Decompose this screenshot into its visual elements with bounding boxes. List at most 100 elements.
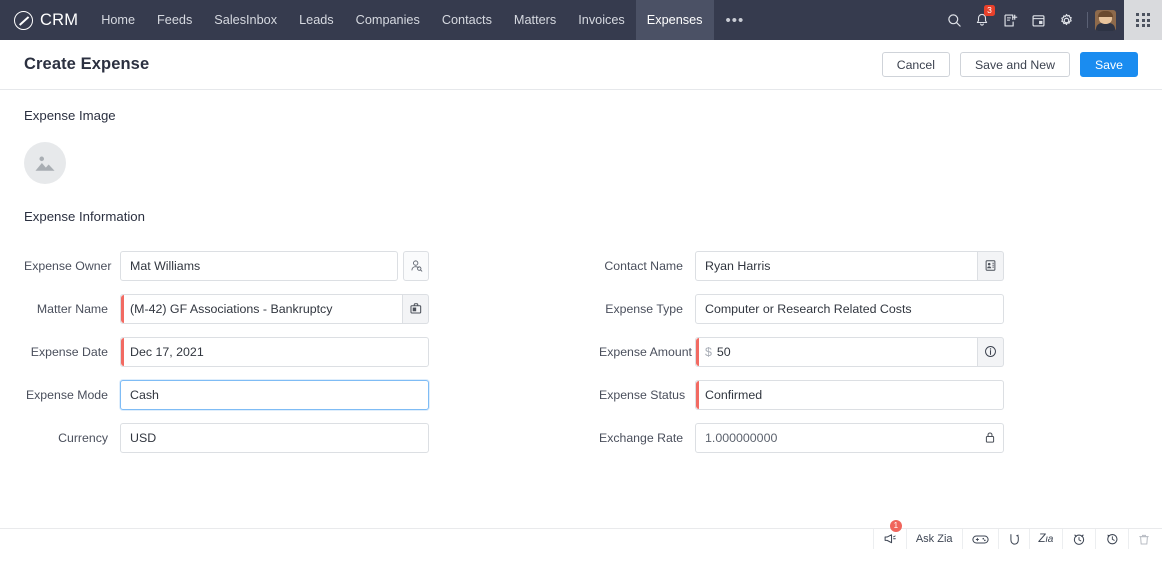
field-label-currency: Currency (24, 431, 120, 445)
recycle-bin-icon[interactable] (1128, 529, 1162, 549)
expense-mode-select[interactable]: Cash (120, 380, 429, 410)
field-label-matter-name: Matter Name (24, 302, 120, 316)
nav-tab-leads[interactable]: Leads (288, 0, 345, 40)
expense-date-input[interactable]: Dec 17, 2021 (120, 337, 429, 367)
expense-image-section-title: Expense Image (24, 108, 1138, 123)
field-matter-name: Matter Name (M-42) GF Associations - Ban… (24, 287, 429, 330)
cancel-button[interactable]: Cancel (882, 52, 950, 77)
nav-icon-group: 3 (940, 0, 1124, 40)
nav-more-icon[interactable]: ••• (714, 0, 757, 40)
bottom-utility-bar: 1 Ask Zia Zıa (0, 528, 1162, 548)
field-expense-amount: Expense Amount $ 50 (599, 330, 1004, 373)
announcements-megaphone-icon[interactable]: 1 (873, 529, 906, 549)
contact-name-value: Ryan Harris (705, 259, 770, 273)
nav-divider (1087, 12, 1088, 28)
info-circle-icon[interactable] (978, 337, 1004, 367)
ask-zia-button[interactable]: Ask Zia (906, 529, 962, 549)
field-label-exchange-rate: Exchange Rate (599, 431, 695, 445)
expense-owner-value: Mat Williams (130, 259, 200, 273)
field-label-expense-mode: Expense Mode (24, 388, 120, 402)
field-label-expense-date: Expense Date (24, 345, 120, 359)
zia-wordmark: Zıa (1039, 533, 1053, 545)
field-expense-date: Expense Date Dec 17, 2021 (24, 330, 429, 373)
expense-date-value: Dec 17, 2021 (130, 345, 204, 359)
notifications-bell-icon[interactable]: 3 (968, 0, 996, 40)
field-contact-name: Contact Name Ryan Harris (599, 244, 1004, 287)
crm-brand[interactable]: CRM (0, 0, 90, 40)
expense-image-upload[interactable] (24, 142, 66, 184)
user-lookup-icon[interactable] (403, 251, 429, 281)
page-title: Create Expense (24, 55, 149, 74)
announcement-badge-count: 1 (890, 520, 902, 532)
expense-type-select[interactable]: Computer or Research Related Costs (695, 294, 1004, 324)
exchange-rate-input: 1.000000000 (695, 423, 1004, 453)
image-placeholder-icon (34, 153, 56, 173)
expense-amount-value: 50 (717, 345, 731, 359)
page-header: Create Expense Cancel Save and New Save (0, 40, 1162, 90)
field-label-expense-amount: Expense Amount (599, 345, 695, 359)
field-expense-type: Expense Type Computer or Research Relate… (599, 287, 1004, 330)
alarm-clock-icon[interactable] (1062, 529, 1095, 549)
top-navigation-bar: CRM Home Feeds SalesInbox Leads Companie… (0, 0, 1162, 40)
page-content: Expense Image Expense Information Expens… (0, 90, 1162, 548)
crm-logo-icon (14, 11, 33, 30)
matter-name-input[interactable]: (M-42) GF Associations - Bankruptcy (120, 294, 403, 324)
save-button[interactable]: Save (1080, 52, 1138, 77)
header-actions: Cancel Save and New Save (882, 52, 1138, 77)
gamescope-pointer-icon[interactable] (998, 529, 1029, 549)
ask-zia-label: Ask Zia (916, 533, 953, 545)
nav-tab-home[interactable]: Home (90, 0, 146, 40)
field-exchange-rate: Exchange Rate 1.000000000 (599, 416, 1004, 459)
lock-icon (977, 424, 1003, 452)
form-right-column: Contact Name Ryan Harris (599, 244, 1004, 459)
expense-information-section-title: Expense Information (24, 209, 1138, 224)
nav-tab-feeds[interactable]: Feeds (146, 0, 203, 40)
nav-spacer (756, 0, 940, 40)
currency-value: USD (130, 431, 156, 445)
field-expense-owner: Expense Owner Mat Williams (24, 244, 429, 287)
expense-amount-input[interactable]: $ 50 (695, 337, 978, 367)
nav-tab-contacts[interactable]: Contacts (431, 0, 503, 40)
search-icon[interactable] (940, 0, 968, 40)
field-expense-mode: Expense Mode Cash (24, 373, 429, 416)
expense-status-select[interactable]: Confirmed (695, 380, 1004, 410)
notification-badge-count: 3 (984, 5, 995, 16)
form-column-gap (429, 244, 599, 459)
nav-tab-matters[interactable]: Matters (503, 0, 567, 40)
zia-voice-icon[interactable]: Zıa (1029, 529, 1062, 549)
expense-type-value: Computer or Research Related Costs (705, 302, 912, 316)
briefcase-lookup-icon[interactable] (403, 294, 429, 324)
app-grid-icon[interactable] (1124, 0, 1162, 40)
expense-owner-select[interactable]: Mat Williams (120, 251, 398, 281)
nav-tab-invoices[interactable]: Invoices (567, 0, 636, 40)
nav-tab-salesinbox[interactable]: SalesInbox (203, 0, 288, 40)
form-left-column: Expense Owner Mat Williams (24, 244, 429, 459)
matter-name-value: (M-42) GF Associations - Bankruptcy (130, 302, 332, 316)
field-label-contact-name: Contact Name (599, 259, 695, 273)
field-label-expense-owner: Expense Owner (24, 259, 120, 273)
avatar-hair (1098, 11, 1113, 17)
app-grid-dots (1136, 13, 1149, 26)
field-currency: Currency USD (24, 416, 429, 459)
currency-symbol: $ (705, 345, 712, 359)
settings-gear-icon[interactable] (1052, 0, 1080, 40)
expense-form: Expense Owner Mat Williams (24, 244, 1138, 459)
nav-tab-expenses[interactable]: Expenses (636, 0, 714, 40)
field-label-expense-type: Expense Type (599, 302, 695, 316)
currency-select[interactable]: USD (120, 423, 429, 453)
add-note-icon[interactable] (996, 0, 1024, 40)
expense-status-value: Confirmed (705, 388, 762, 402)
nav-tab-companies[interactable]: Companies (345, 0, 431, 40)
field-expense-status: Expense Status Confirmed (599, 373, 1004, 416)
gamification-controller-icon[interactable] (962, 529, 998, 549)
recent-history-icon[interactable] (1095, 529, 1128, 549)
field-label-expense-status: Expense Status (599, 388, 695, 402)
contact-card-lookup-icon[interactable] (978, 251, 1004, 281)
contact-name-input[interactable]: Ryan Harris (695, 251, 978, 281)
save-and-new-button[interactable]: Save and New (960, 52, 1070, 77)
expense-mode-value: Cash (130, 388, 159, 402)
calendar-icon[interactable] (1024, 0, 1052, 40)
user-avatar[interactable] (1095, 10, 1116, 31)
nav-tabs: Home Feeds SalesInbox Leads Companies Co… (90, 0, 756, 40)
brand-label: CRM (40, 11, 78, 30)
